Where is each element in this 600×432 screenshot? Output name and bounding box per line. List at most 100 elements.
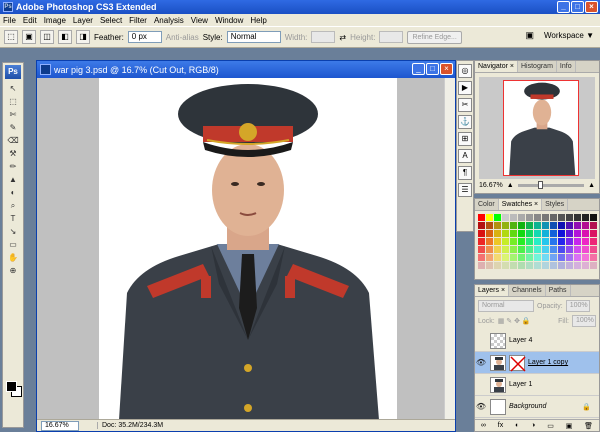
swatch-cell[interactable]: [534, 254, 541, 261]
maximize-button[interactable]: □: [571, 1, 584, 13]
layer-name[interactable]: Background: [509, 403, 582, 410]
swatch-cell[interactable]: [574, 238, 581, 245]
add-mask-icon[interactable]: ◐: [515, 422, 519, 429]
navigator-thumbnail[interactable]: [503, 80, 579, 176]
swatch-cell[interactable]: [582, 262, 589, 269]
swatch-cell[interactable]: [574, 246, 581, 253]
marquee-preset-icon[interactable]: ⬚: [4, 30, 18, 44]
swatch-cell[interactable]: [502, 222, 509, 229]
lock-icons[interactable]: ▦ ✎ ✥ 🔒: [498, 317, 531, 325]
swatch-cell[interactable]: [494, 262, 501, 269]
swatch-cell[interactable]: [566, 230, 573, 237]
swatch-cell[interactable]: [494, 222, 501, 229]
type-tool-icon[interactable]: T: [5, 213, 21, 225]
layer-mask-thumbnail[interactable]: [509, 354, 526, 372]
foreground-color-swatch[interactable]: [6, 381, 17, 392]
close-button[interactable]: ×: [585, 1, 598, 13]
menu-image[interactable]: Image: [44, 16, 66, 25]
swatch-cell[interactable]: [526, 254, 533, 261]
swap-icon[interactable]: ⇄: [339, 33, 346, 42]
tab-color[interactable]: Color: [475, 199, 499, 210]
menu-analysis[interactable]: Analysis: [154, 16, 184, 25]
swatch-cell[interactable]: [510, 262, 517, 269]
document-vertical-scrollbar[interactable]: [444, 78, 455, 420]
navigator-preview[interactable]: [479, 77, 595, 179]
swatch-cell[interactable]: [478, 254, 485, 261]
style-select[interactable]: Normal: [226, 31, 281, 43]
swatch-cell[interactable]: [510, 230, 517, 237]
swatch-cell[interactable]: [478, 246, 485, 253]
swatch-cell[interactable]: [590, 254, 597, 261]
layer-row[interactable]: Layer 1: [475, 374, 599, 396]
tab-info[interactable]: Info: [557, 61, 576, 72]
bridge-icon[interactable]: ▣: [525, 30, 534, 41]
swatch-cell[interactable]: [478, 262, 485, 269]
dock-measurement-icon[interactable]: ☰: [458, 183, 472, 197]
blend-mode-select[interactable]: Normal: [478, 300, 534, 312]
dock-actions-icon[interactable]: ▶: [458, 81, 472, 95]
swatch-cell[interactable]: [494, 254, 501, 261]
swatch-cell[interactable]: [526, 262, 533, 269]
swatch-cell[interactable]: [494, 214, 501, 221]
swatch-cell[interactable]: [510, 254, 517, 261]
menu-help[interactable]: Help: [250, 16, 266, 25]
swatch-cell[interactable]: [510, 238, 517, 245]
zoom-field[interactable]: 16.67%: [41, 420, 79, 431]
swatch-cell[interactable]: [542, 214, 549, 221]
swatch-cell[interactable]: [582, 214, 589, 221]
intersect-selection-icon[interactable]: ◨: [76, 30, 90, 44]
refine-edge-button[interactable]: Refine Edge...: [407, 30, 462, 44]
swatch-cell[interactable]: [518, 238, 525, 245]
swatch-cell[interactable]: [582, 246, 589, 253]
dock-character-icon[interactable]: A: [458, 149, 472, 163]
swatch-cell[interactable]: [590, 230, 597, 237]
zoom-tool-icon[interactable]: ⌕: [5, 200, 21, 212]
swatch-cell[interactable]: [526, 238, 533, 245]
stamp-tool-icon[interactable]: ⚒: [5, 148, 21, 160]
layer-row[interactable]: 👁 Background 🔒: [475, 396, 599, 418]
navigator-zoom-slider[interactable]: [517, 181, 585, 189]
add-selection-icon[interactable]: ◫: [40, 30, 54, 44]
swatch-cell[interactable]: [574, 222, 581, 229]
crop-tool-icon[interactable]: ✄: [5, 109, 21, 121]
adjustment-layer-icon[interactable]: ◑: [531, 422, 535, 429]
swatch-cell[interactable]: [518, 254, 525, 261]
swatch-cell[interactable]: [542, 254, 549, 261]
navigator-zoom-value[interactable]: 16.67%: [479, 182, 503, 189]
move-tool-icon[interactable]: ↖: [5, 83, 21, 95]
swatch-cell[interactable]: [502, 230, 509, 237]
swatch-cell[interactable]: [558, 246, 565, 253]
swatch-cell[interactable]: [566, 254, 573, 261]
swatch-cell[interactable]: [502, 262, 509, 269]
swatch-cell[interactable]: [582, 222, 589, 229]
swatch-cell[interactable]: [574, 214, 581, 221]
new-layer-icon[interactable]: ▣: [566, 422, 573, 430]
magnify-tool-icon[interactable]: ⊕: [5, 265, 21, 277]
swatch-cell[interactable]: [582, 238, 589, 245]
layer-style-icon[interactable]: fx: [498, 422, 503, 429]
swatch-cell[interactable]: [582, 254, 589, 261]
layer-row-selected[interactable]: 👁 Layer 1 copy: [475, 352, 599, 374]
tab-layers[interactable]: Layers ×: [475, 285, 510, 296]
swatch-cell[interactable]: [534, 262, 541, 269]
swatch-cell[interactable]: [550, 222, 557, 229]
swatch-cell[interactable]: [510, 214, 517, 221]
height-input[interactable]: [379, 31, 404, 43]
eye-icon[interactable]: 👁: [475, 358, 487, 367]
swatch-cell[interactable]: [494, 246, 501, 253]
swatch-cell[interactable]: [518, 222, 525, 229]
fill-input[interactable]: 100%: [572, 315, 596, 327]
swatch-cell[interactable]: [558, 254, 565, 261]
swatch-cell[interactable]: [510, 222, 517, 229]
swatch-cell[interactable]: [590, 214, 597, 221]
swatch-cell[interactable]: [502, 254, 509, 261]
swatch-cell[interactable]: [502, 238, 509, 245]
swatch-cell[interactable]: [542, 238, 549, 245]
zoom-in-icon[interactable]: ▲: [588, 182, 595, 189]
swatch-cell[interactable]: [486, 246, 493, 253]
swatch-cell[interactable]: [566, 262, 573, 269]
marquee-tool-icon[interactable]: ⬚: [5, 96, 21, 108]
swatch-cell[interactable]: [526, 230, 533, 237]
layer-row[interactable]: Layer 4: [475, 330, 599, 352]
swatch-cell[interactable]: [542, 230, 549, 237]
